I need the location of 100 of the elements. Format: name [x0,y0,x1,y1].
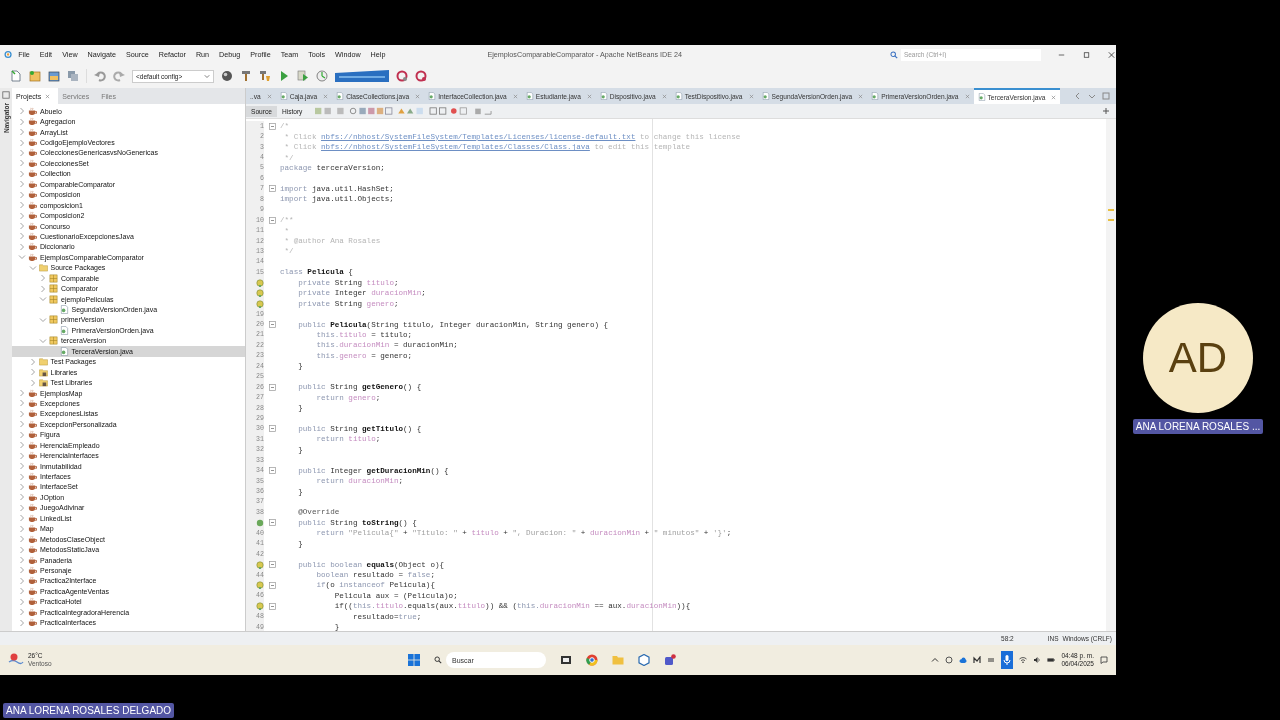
coffee-cup-icon [28,597,37,607]
hint-icon[interactable] [256,289,264,298]
fold-icon[interactable] [268,321,276,329]
close-icon[interactable] [964,93,970,99]
coffee-cup-icon [28,524,37,534]
coffee-cup-icon [28,127,37,137]
tray-app-icon[interactable] [973,656,982,664]
battery-icon[interactable] [1047,656,1056,664]
fold-icon[interactable] [268,216,276,224]
coffee-cup-icon [28,252,37,262]
fold-icon[interactable] [268,581,276,589]
close-project-icon[interactable] [67,70,79,82]
override-icon[interactable] [256,518,264,527]
package-icon [49,336,58,346]
fold-icon[interactable] [268,467,276,475]
scroll-left-icon[interactable] [1074,92,1082,100]
java-file-icon [59,305,69,315]
undo-icon[interactable] [94,70,106,82]
close-icon[interactable] [266,93,272,99]
close-icon[interactable] [586,93,592,99]
java-file-icon [428,92,437,100]
maximize-icon[interactable] [1081,49,1091,60]
close-icon[interactable] [45,93,51,99]
panel-icon[interactable] [2,91,10,99]
new-file-icon[interactable] [10,70,22,82]
fold-icon[interactable] [268,561,276,569]
start-icon[interactable] [408,654,420,666]
clean-build-icon[interactable] [259,70,271,82]
tab-list-icon[interactable] [1088,92,1096,100]
hint-icon[interactable] [256,299,264,308]
new-project-icon[interactable] [29,70,41,82]
search-icon [434,656,442,664]
close-icon[interactable] [858,93,864,99]
folder-icon[interactable] [612,654,624,666]
coffee-cup-icon [28,503,37,513]
fold-icon[interactable] [268,602,276,610]
caret-icon[interactable] [931,656,940,664]
profile-icon[interactable] [316,70,328,82]
app-logo-icon [4,50,13,59]
coffee-cup-icon [28,545,37,555]
coffee-cup-icon [28,409,37,419]
hint-icon[interactable] [256,560,264,569]
hint-icon[interactable] [256,278,264,287]
close-icon[interactable] [415,93,421,99]
banner-icon[interactable] [335,70,389,82]
library-folder-icon [38,367,48,377]
coffee-cup-icon [28,388,37,398]
close-icon[interactable] [1051,94,1057,100]
folder-icon [38,263,48,273]
cloud-icon[interactable] [959,656,968,664]
coffee-cup-icon [28,231,37,241]
java-file-icon [977,93,986,101]
coffee-cup-icon [28,482,37,492]
close-icon[interactable] [1106,49,1116,60]
add-icon[interactable] [1102,107,1110,115]
chat-app-icon[interactable] [664,654,676,666]
library-folder-icon [38,378,48,388]
fold-icon[interactable] [268,425,276,433]
coffee-cup-icon [28,586,37,596]
coffee-cup-icon [28,179,37,189]
close-icon[interactable] [512,93,518,99]
close-icon[interactable] [661,93,667,99]
fold-icon[interactable] [268,519,276,527]
debug-icon[interactable] [297,70,309,82]
hammer-icon[interactable] [240,70,252,82]
coffee-cup-icon [28,148,37,158]
hint-icon[interactable] [256,581,264,590]
close-icon[interactable] [323,93,329,99]
open-project-icon[interactable] [48,70,60,82]
sphere-icon[interactable] [221,70,233,82]
restore-icon[interactable] [1102,92,1110,100]
hint-icon[interactable] [256,602,264,611]
gc-icon[interactable] [396,70,408,82]
microphone-icon[interactable] [1001,651,1014,669]
coffee-cup-icon [28,211,37,221]
coffee-cup-icon [28,618,37,628]
java-file-icon [525,92,534,100]
wifi-icon[interactable] [1019,656,1028,664]
coffee-cup-icon [28,138,37,148]
task-view-icon[interactable] [560,654,572,666]
java-file-icon [279,92,288,100]
coffee-cup-icon [28,398,37,408]
fold-icon[interactable] [268,122,276,130]
fold-icon[interactable] [268,383,276,391]
app-icon[interactable] [638,654,650,666]
java-file-icon [674,92,683,100]
tray-app-icon[interactable] [945,656,954,664]
dropdown-caret-icon[interactable] [204,73,210,79]
java-file-icon [871,92,880,100]
redo-icon[interactable] [113,70,125,82]
fold-icon[interactable] [268,185,276,193]
coffee-cup-icon [28,242,37,252]
browser-icon[interactable] [586,654,598,666]
volume-icon[interactable] [1033,656,1042,664]
run-icon[interactable] [278,70,290,82]
close-icon[interactable] [748,93,754,99]
java-file-icon [59,346,69,356]
weather-icon[interactable] [8,653,24,667]
notification-icon[interactable] [1100,656,1108,664]
gc-icon[interactable] [415,70,427,82]
